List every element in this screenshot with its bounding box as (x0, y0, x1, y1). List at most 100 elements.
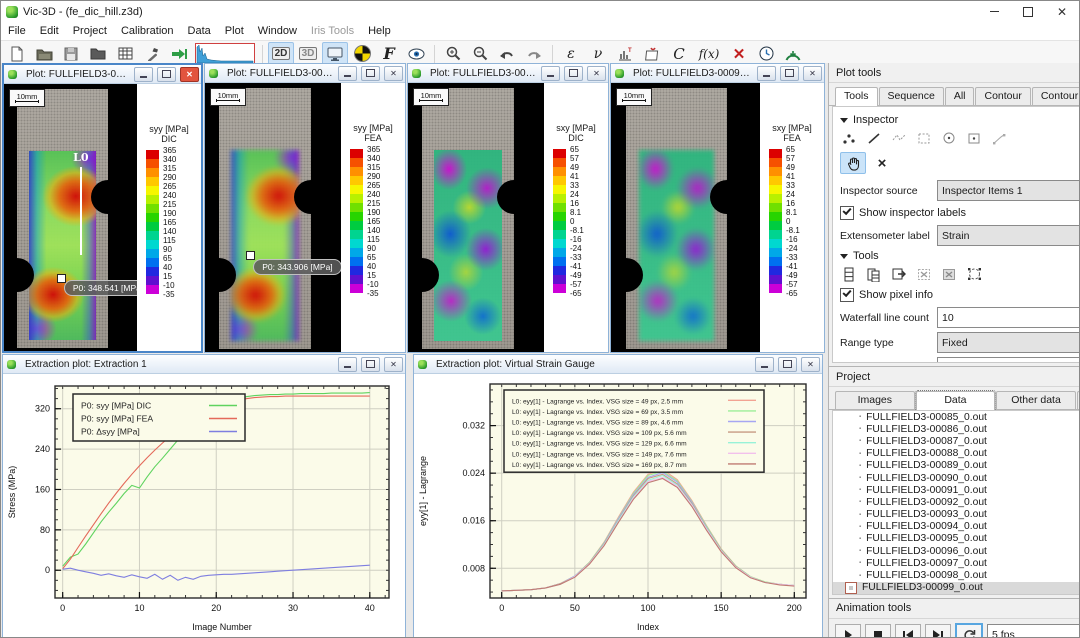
data-table-button[interactable] (112, 42, 138, 66)
file-row[interactable]: ▪FULLFIELD3-00085_0.out (833, 411, 1080, 423)
histogram-preview[interactable] (193, 42, 257, 66)
page-aspect-ratio-spinner[interactable]: 1.33 (937, 357, 1080, 363)
update-arc-button[interactable] (780, 42, 806, 66)
file-row[interactable]: ▪FULLFIELD3-00088_0.out (833, 448, 1080, 460)
window-minimize-button[interactable] (338, 66, 357, 81)
loop-button[interactable] (955, 623, 983, 638)
filmstrip-icon[interactable] (840, 266, 858, 282)
zoom-in-button[interactable] (440, 42, 466, 66)
pan-hand-tool[interactable] (840, 152, 866, 174)
contour-options-button[interactable] (349, 42, 375, 66)
poisson-nu-button[interactable]: ν (585, 42, 611, 66)
project-tab-data[interactable]: Data (916, 391, 996, 410)
file-row[interactable]: ▪FULLFIELD3-00098_0.out (833, 569, 1080, 581)
open-folder-button[interactable] (85, 42, 111, 66)
extraction-chart[interactable]: 0501001502000.0080.0160.0240.032Indexeyy… (414, 374, 822, 638)
file-row[interactable]: ▪FULLFIELD3-00094_0.out (833, 521, 1080, 533)
window-maximize-button[interactable] (361, 66, 380, 81)
window-maximize-button[interactable] (780, 66, 799, 81)
file-row[interactable]: ▪FULLFIELD3-00091_0.out (833, 484, 1080, 496)
window-close-button[interactable]: ✕ (587, 66, 606, 81)
window-close-button[interactable]: ✕ (180, 67, 199, 82)
export-frame-icon[interactable] (890, 266, 908, 282)
menu-window[interactable]: Window (251, 24, 304, 38)
fit-page-icon[interactable] (915, 266, 933, 282)
circle-inspector-tool[interactable] (940, 130, 958, 146)
window-close-button[interactable]: ✕ (801, 357, 820, 372)
window-close-button[interactable]: ✕ (384, 357, 403, 372)
show-inspector-labels-checkbox[interactable] (840, 206, 854, 220)
extraction-window-titlebar[interactable]: Extraction plot: Extraction 1✕ (3, 355, 405, 374)
app-close-button[interactable]: ✕ (1045, 2, 1079, 22)
app-minimize-button[interactable] (977, 2, 1011, 22)
fullscreen-button[interactable] (322, 42, 348, 66)
waterfall-line-count-spinner[interactable]: 10 (937, 307, 1080, 328)
stop-button[interactable] (865, 624, 891, 638)
file-row[interactable]: FULLFIELD3-00099_0.out (833, 582, 1080, 594)
selection-region-icon[interactable] (965, 266, 983, 282)
strain-epsilon-button[interactable]: ε (558, 42, 584, 66)
line-inspector-tool[interactable] (865, 130, 883, 146)
window-minimize-button[interactable] (134, 67, 153, 82)
window-minimize-button[interactable] (541, 66, 560, 81)
window-maximize-button[interactable] (361, 357, 380, 372)
menu-edit[interactable]: Edit (33, 24, 66, 38)
inspector-source-dropdown[interactable]: Inspector Items 1 (937, 180, 1080, 201)
file-row[interactable]: ▪FULLFIELD3-00095_0.out (833, 533, 1080, 545)
project-tab-other-data[interactable]: Other data (996, 391, 1076, 409)
export-page-button[interactable] (639, 42, 665, 66)
point-inspector-tool[interactable] (840, 130, 858, 146)
file-row[interactable]: ▪FULLFIELD3-00089_0.out (833, 460, 1080, 472)
inspector-section-header[interactable]: Inspector (840, 114, 1080, 126)
polygon-inspector-tool[interactable] (915, 130, 933, 146)
menu-file[interactable]: File (1, 24, 33, 38)
file-row[interactable]: ▪FULLFIELD3-00086_0.out (833, 423, 1080, 435)
tab-sequence[interactable]: Sequence (879, 87, 944, 105)
tab-tools[interactable]: Tools (835, 87, 878, 106)
file-row[interactable]: ▪FULLFIELD3-00097_0.out (833, 557, 1080, 569)
copy-frames-icon[interactable] (865, 266, 883, 282)
app-titlebar[interactable]: Vic-3D - (fe_dic_hill.z3d) ✕ (1, 1, 1079, 22)
coordinate-c-button[interactable]: C (666, 42, 692, 66)
window-maximize-button[interactable] (778, 357, 797, 372)
specimen-image-area[interactable]: 10mm (611, 83, 760, 352)
save-project-button[interactable] (58, 42, 84, 66)
menu-help[interactable]: Help (361, 24, 398, 38)
specimen-image-area[interactable]: 10mmP0: 348.541 [MPa]L0 (4, 84, 137, 351)
show-pixel-info-checkbox[interactable] (840, 288, 854, 302)
plot-window-titlebar[interactable]: Plot: FULLFIELD3-00099_0.out✕ (4, 65, 201, 84)
menu-iris-tools[interactable]: Iris Tools (304, 24, 361, 38)
extraction-chart[interactable]: 010203040080160240320Image NumberStress … (3, 374, 405, 638)
file-row[interactable]: ▪FULLFIELD3-00087_0.out (833, 435, 1080, 447)
view-3d-button[interactable]: 3D (295, 42, 321, 66)
zoom-out-button[interactable] (467, 42, 493, 66)
menu-calibration[interactable]: Calibration (114, 24, 181, 38)
tools-section-header[interactable]: Tools (840, 250, 1080, 262)
polyline-inspector-tool[interactable] (890, 130, 908, 146)
extraction-window-titlebar[interactable]: Extraction plot: Virtual Strain Gauge✕ (414, 355, 822, 374)
menu-project[interactable]: Project (66, 24, 114, 38)
transform-chart-button[interactable]: T (612, 42, 638, 66)
fill-page-icon[interactable] (940, 266, 958, 282)
open-project-button[interactable] (31, 42, 57, 66)
view-2d-button[interactable]: 2D (268, 42, 294, 66)
menu-plot[interactable]: Plot (218, 24, 251, 38)
inspector-point-marker[interactable] (246, 251, 255, 260)
file-row[interactable]: ▪FULLFIELD3-00092_0.out (833, 496, 1080, 508)
delete-button[interactable]: ✕ (726, 42, 752, 66)
window-minimize-button[interactable] (755, 357, 774, 372)
inspector-point-marker[interactable] (57, 274, 66, 283)
import-data-button[interactable] (166, 42, 192, 66)
plot-window-titlebar[interactable]: Plot: FULLFIELD3-00099_0.out✕ (408, 64, 608, 83)
tab-contour[interactable]: Contour (975, 87, 1030, 105)
window-minimize-button[interactable] (757, 66, 776, 81)
rectangle-inspector-tool[interactable] (965, 130, 983, 146)
spline-inspector-tool[interactable] (990, 130, 1008, 146)
fps-spinner[interactable]: 5 fps (987, 624, 1080, 638)
visibility-eye-button[interactable] (403, 42, 429, 66)
window-close-button[interactable]: ✕ (803, 66, 822, 81)
file-row[interactable]: ▪FULLFIELD3-00093_0.out (833, 509, 1080, 521)
window-maximize-button[interactable] (564, 66, 583, 81)
tab-all[interactable]: All (945, 87, 975, 105)
app-restore-button[interactable] (1011, 2, 1045, 22)
